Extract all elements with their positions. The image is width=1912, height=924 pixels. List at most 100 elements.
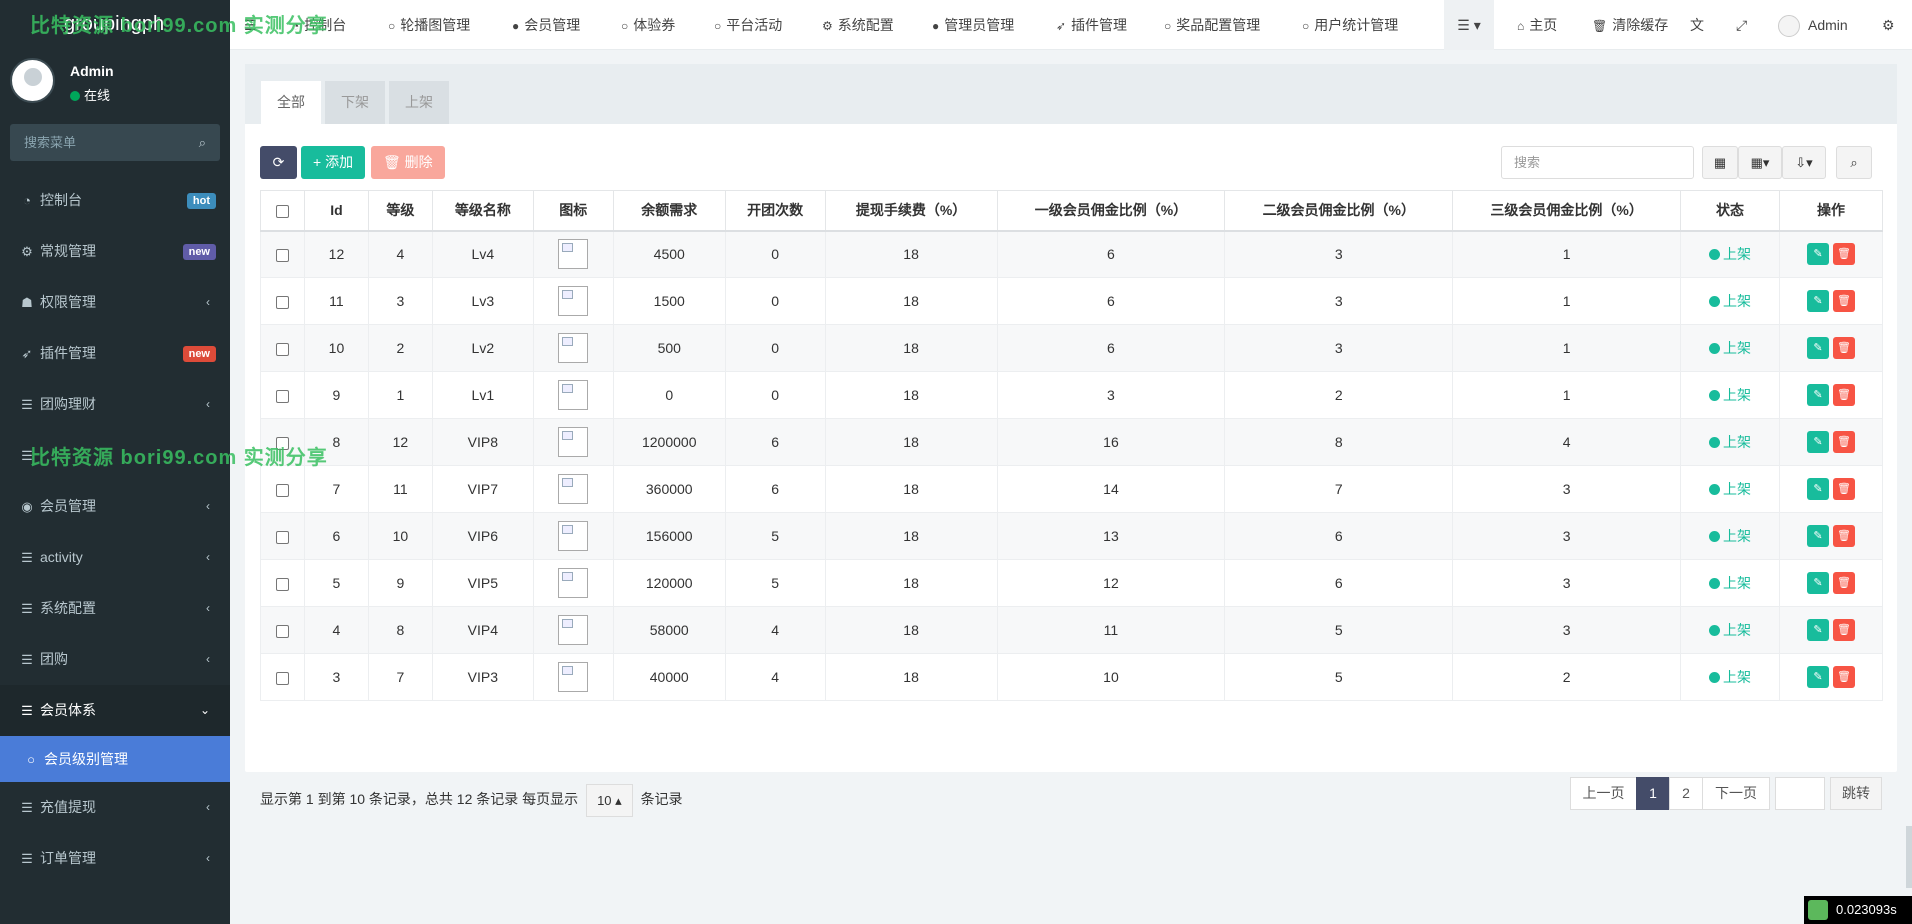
- table-row[interactable]: 7 11 VIP7 360000 6 18 14 7 3 上架 ✎ 🗑: [260, 465, 1884, 513]
- col-fee[interactable]: 提现手续费（%）: [824, 190, 998, 232]
- table-row[interactable]: 3 7 VIP3 40000 4 18 10 5 2 上架 ✎ 🗑: [260, 653, 1884, 701]
- select-all-checkbox[interactable]: [260, 190, 305, 232]
- topnav-addons[interactable]: ➶ 插件管理: [1056, 0, 1127, 50]
- edit-button[interactable]: ✎: [1806, 290, 1829, 312]
- delete-row-button[interactable]: 🗑: [1832, 478, 1855, 500]
- table-row[interactable]: 10 2 Lv2 500 0 18 6 3 1 上架 ✎ 🗑: [260, 324, 1884, 372]
- topnav-config[interactable]: ⚙ 系统配置: [822, 0, 894, 50]
- table-row[interactable]: 6 10 VIP6 156000 5 18 13 6 3 上架 ✎ 🗑: [260, 512, 1884, 560]
- delete-row-button[interactable]: 🗑: [1832, 290, 1855, 312]
- topnav-members[interactable]: ● 会员管理: [512, 0, 580, 50]
- sidebar-item-dashboard[interactable]: ◔ 控制台 hot: [0, 175, 230, 226]
- row-checkbox-cell[interactable]: [260, 512, 305, 560]
- clear-cache-button[interactable]: 🗑 清除缓存: [1592, 0, 1668, 50]
- jump-page-input[interactable]: [1775, 777, 1825, 810]
- delete-button[interactable]: 🗑 删除: [371, 146, 445, 179]
- delete-row-button[interactable]: 🗑: [1832, 384, 1855, 406]
- jump-button[interactable]: 跳转: [1830, 777, 1882, 810]
- delete-row-button[interactable]: 🗑: [1832, 431, 1855, 453]
- sidebar-item-auth[interactable]: ☗ 权限管理 ‹: [0, 277, 230, 328]
- refresh-button[interactable]: ⟳: [260, 146, 297, 179]
- tab-all[interactable]: 全部: [261, 81, 321, 124]
- sidebar-item-group-finance[interactable]: ☰ 团购理财 ‹: [0, 379, 230, 430]
- edit-button[interactable]: ✎: [1806, 666, 1829, 688]
- settings-gear-icon[interactable]: ⚙: [1882, 0, 1895, 50]
- export-dropdown[interactable]: ⇩▾: [1782, 146, 1826, 179]
- row-checkbox-cell[interactable]: [260, 653, 305, 701]
- col-balance[interactable]: 余额需求: [612, 190, 726, 232]
- topnav-admins[interactable]: ● 管理员管理: [932, 0, 1014, 50]
- topnav-coupon[interactable]: ○ 体验券: [621, 0, 675, 50]
- status-toggle[interactable]: 上架: [1709, 434, 1751, 450]
- advanced-search-button[interactable]: ⌕: [1836, 146, 1872, 179]
- language-icon[interactable]: 文: [1690, 0, 1704, 50]
- sidebar-item-member-level[interactable]: ○ 会员级别管理: [0, 736, 230, 782]
- search-icon[interactable]: ⌕: [199, 124, 206, 161]
- add-button[interactable]: + 添加: [301, 146, 366, 179]
- checkbox[interactable]: [275, 205, 289, 219]
- table-row[interactable]: 12 4 Lv4 4500 0 18 6 3 1 上架 ✎ 🗑: [260, 230, 1884, 278]
- status-toggle[interactable]: 上架: [1709, 481, 1751, 497]
- col-group-count[interactable]: 开团次数: [724, 190, 826, 232]
- page-1-button[interactable]: 1: [1636, 777, 1670, 810]
- status-toggle[interactable]: 上架: [1709, 575, 1751, 591]
- delete-row-button[interactable]: 🗑: [1832, 666, 1855, 688]
- sidebar-item-addon[interactable]: ➶ 插件管理 new: [0, 328, 230, 379]
- page-size-dropdown[interactable]: 10 ▴: [586, 784, 633, 817]
- row-checkbox[interactable]: [275, 530, 289, 544]
- topnav-activity[interactable]: ○ 平台活动: [714, 0, 782, 50]
- sidebar-item-members[interactable]: ◉ 会员管理 ‹: [0, 481, 230, 532]
- row-checkbox[interactable]: [275, 671, 289, 685]
- sidebar-item-orders[interactable]: ☰ 订单管理 ‹: [0, 833, 230, 884]
- col-status[interactable]: 状态: [1680, 190, 1780, 232]
- toggle-view-button[interactable]: ▦: [1702, 146, 1738, 179]
- delete-row-button[interactable]: 🗑: [1832, 619, 1855, 641]
- debug-timer[interactable]: 0.023093s: [1804, 896, 1912, 924]
- row-checkbox-cell[interactable]: [260, 371, 305, 419]
- edit-button[interactable]: ✎: [1806, 431, 1829, 453]
- table-search-input[interactable]: 搜索: [1501, 146, 1694, 179]
- col-commission-3[interactable]: 三级会员佣金比例（%）: [1452, 190, 1682, 232]
- edit-button[interactable]: ✎: [1806, 525, 1829, 547]
- edit-button[interactable]: ✎: [1806, 619, 1829, 641]
- sidebar-item-group-buy[interactable]: ☰ 团购 ‹: [0, 634, 230, 685]
- table-row[interactable]: 8 12 VIP8 1200000 6 18 16 8 4 上架 ✎ 🗑: [260, 418, 1884, 466]
- row-checkbox-cell[interactable]: [260, 324, 305, 372]
- col-commission-2[interactable]: 二级会员佣金比例（%）: [1224, 190, 1454, 232]
- edit-button[interactable]: ✎: [1806, 243, 1829, 266]
- sidebar-item-activity[interactable]: ☰ activity ‹: [0, 532, 230, 583]
- admin-menu[interactable]: Admin: [1778, 0, 1848, 50]
- row-checkbox-cell[interactable]: [260, 606, 305, 654]
- row-checkbox-cell[interactable]: [260, 230, 305, 278]
- delete-row-button[interactable]: 🗑: [1832, 337, 1855, 359]
- row-checkbox[interactable]: [275, 483, 289, 497]
- row-checkbox-cell[interactable]: [260, 277, 305, 325]
- row-checkbox-cell[interactable]: [260, 559, 305, 607]
- edit-button[interactable]: ✎: [1806, 478, 1829, 500]
- row-checkbox-cell[interactable]: [260, 465, 305, 513]
- sidebar-item-recharge[interactable]: ☰ 充值提现 ‹: [0, 782, 230, 833]
- sidebar-item-member-system[interactable]: ☰ 会员体系 ⌄: [0, 685, 230, 736]
- edit-button[interactable]: ✎: [1806, 337, 1829, 359]
- status-toggle[interactable]: 上架: [1709, 246, 1751, 262]
- edit-button[interactable]: ✎: [1806, 572, 1829, 594]
- tab-online[interactable]: 上架: [389, 81, 449, 124]
- sidebar-search-input[interactable]: 搜索菜单 ⌕: [10, 124, 220, 161]
- next-page-button[interactable]: 下一页: [1702, 777, 1770, 810]
- col-icon[interactable]: 图标: [532, 190, 614, 232]
- delete-row-button[interactable]: 🗑: [1832, 572, 1855, 594]
- col-commission-1[interactable]: 一级会员佣金比例（%）: [996, 190, 1226, 232]
- status-toggle[interactable]: 上架: [1709, 340, 1751, 356]
- row-checkbox[interactable]: [275, 342, 289, 356]
- row-checkbox[interactable]: [275, 249, 289, 263]
- status-toggle[interactable]: 上架: [1709, 622, 1751, 638]
- prev-page-button[interactable]: 上一页: [1570, 777, 1637, 810]
- nav-list-dropdown[interactable]: ☰ ▾: [1444, 0, 1494, 50]
- fullscreen-icon[interactable]: ⤢: [1736, 0, 1747, 50]
- status-toggle[interactable]: 上架: [1709, 293, 1751, 309]
- delete-row-button[interactable]: 🗑: [1832, 525, 1855, 547]
- col-level[interactable]: 等级: [367, 190, 433, 232]
- home-link[interactable]: ⌂ 主页: [1517, 0, 1557, 50]
- col-level-name[interactable]: 等级名称: [431, 190, 534, 232]
- row-checkbox[interactable]: [275, 577, 289, 591]
